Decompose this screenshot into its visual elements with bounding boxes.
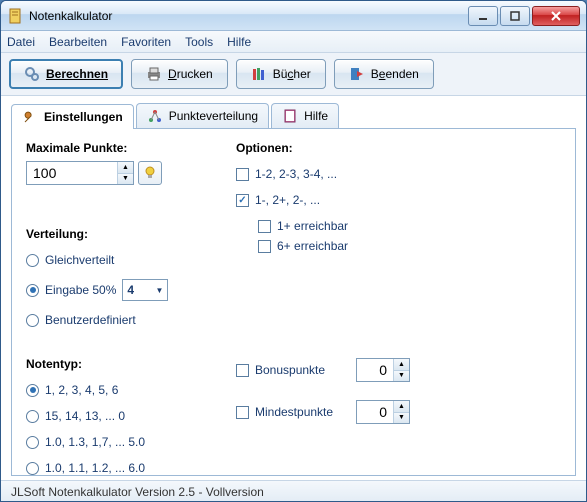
spin-down[interactable]: ▼ — [118, 174, 133, 185]
spin-down[interactable]: ▼ — [394, 413, 409, 424]
gears-icon — [24, 66, 40, 82]
berechnen-button[interactable]: Berechnen — [9, 59, 123, 89]
beenden-button[interactable]: Beenden — [334, 59, 434, 89]
maxpunkte-label: Maximale Punkte: — [26, 141, 206, 155]
bonus-input[interactable] — [357, 359, 393, 381]
tab-hilfe[interactable]: Hilfe — [271, 103, 339, 128]
tab-bar: Einstellungen Punkteverteilung Hilfe — [11, 102, 576, 128]
menubar: Datei Bearbeiten Favoriten Tools Hilfe — [1, 31, 586, 53]
notentyp-label: Notentyp: — [26, 357, 206, 371]
radio-benutzerdefiniert[interactable]: Benutzerdefiniert — [26, 313, 206, 327]
toolbar: Berechnen Drucken Bücher Beenden — [1, 53, 586, 96]
wrench-icon — [22, 109, 38, 125]
maximize-button[interactable] — [500, 6, 530, 26]
radio-notentyp-a[interactable]: 1, 2, 3, 4, 5, 6 — [26, 383, 206, 397]
exit-icon — [349, 66, 365, 82]
app-icon — [7, 8, 23, 24]
eingabe50-select[interactable]: 4▼ — [122, 279, 168, 301]
statusbar: JLSoft Notenkalkulator Version 2.5 - Vol… — [1, 480, 586, 502]
lightbulb-icon — [143, 166, 157, 180]
book-icon — [282, 108, 298, 124]
window-title: Notenkalkulator — [29, 9, 468, 23]
radio-notentyp-d[interactable]: 1.0, 1.1, 1.2, ... 6.0 — [26, 461, 206, 475]
tab-einstellungen[interactable]: Einstellungen — [11, 104, 134, 129]
radio-notentyp-b[interactable]: 15, 14, 13, ... 0 — [26, 409, 206, 423]
spin-down[interactable]: ▼ — [394, 371, 409, 382]
books-icon — [251, 66, 267, 82]
check-opt2[interactable]: 1-, 2+, 2-, ... — [236, 193, 410, 207]
maxpunkte-input[interactable] — [27, 162, 117, 184]
verteilung-label: Verteilung: — [26, 227, 206, 241]
mindest-input[interactable] — [357, 401, 393, 423]
left-column: Maximale Punkte: ▲▼ Verteilung: Gleichve… — [26, 141, 206, 463]
radio-notentyp-c[interactable]: 1.0, 1.3, 1,7, ... 5.0 — [26, 435, 206, 449]
menu-bearbeiten[interactable]: Bearbeiten — [49, 35, 107, 49]
distribution-icon — [147, 108, 163, 124]
spin-up[interactable]: ▲ — [118, 162, 133, 174]
optionen-label: Optionen: — [236, 141, 410, 155]
mindest-spinner[interactable]: ▲▼ — [356, 400, 410, 424]
chevron-down-icon: ▼ — [155, 286, 163, 295]
spin-up[interactable]: ▲ — [394, 359, 409, 371]
tab-content: Maximale Punkte: ▲▼ Verteilung: Gleichve… — [11, 128, 576, 476]
drucken-button[interactable]: Drucken — [131, 59, 228, 89]
check-mindestpunkte[interactable]: Mindestpunkte — [236, 405, 346, 419]
app-window: Notenkalkulator Datei Bearbeiten Favorit… — [0, 0, 587, 502]
bonus-spinner[interactable]: ▲▼ — [356, 358, 410, 382]
maxpunkte-spinner[interactable]: ▲▼ — [26, 161, 134, 185]
status-text: JLSoft Notenkalkulator Version 2.5 - Vol… — [11, 485, 264, 499]
radio-gleichverteilt[interactable]: Gleichverteilt — [26, 253, 206, 267]
minimize-button[interactable] — [468, 6, 498, 26]
check-opt2a[interactable]: 1+ erreichbar — [258, 219, 410, 233]
radio-eingabe50[interactable]: Eingabe 50% 4▼ — [26, 279, 206, 301]
check-bonuspunkte[interactable]: Bonuspunkte — [236, 363, 346, 377]
menu-tools[interactable]: Tools — [185, 35, 213, 49]
printer-icon — [146, 66, 162, 82]
menu-favoriten[interactable]: Favoriten — [121, 35, 171, 49]
check-opt2b[interactable]: 6+ erreichbar — [258, 239, 410, 253]
menu-hilfe[interactable]: Hilfe — [227, 35, 251, 49]
close-button[interactable] — [532, 6, 580, 26]
menu-datei[interactable]: Datei — [7, 35, 35, 49]
client-area: Einstellungen Punkteverteilung Hilfe Max… — [1, 96, 586, 480]
right-column: Optionen: 1-2, 2-3, 3-4, ... 1-, 2+, 2-,… — [236, 141, 410, 463]
spin-up[interactable]: ▲ — [394, 401, 409, 413]
tab-punkteverteilung[interactable]: Punkteverteilung — [136, 103, 269, 128]
maxpunkte-help-button[interactable] — [138, 161, 162, 185]
buecher-button[interactable]: Bücher — [236, 59, 326, 89]
window-controls — [468, 6, 580, 26]
titlebar: Notenkalkulator — [1, 1, 586, 31]
check-opt1[interactable]: 1-2, 2-3, 3-4, ... — [236, 167, 410, 181]
